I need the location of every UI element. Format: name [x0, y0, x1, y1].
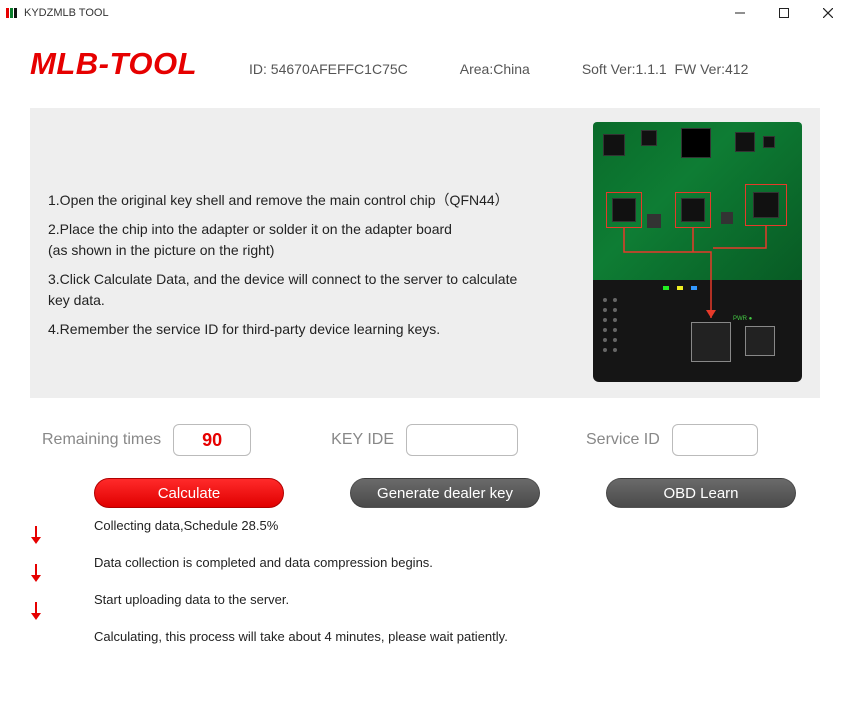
remaining-label: Remaining times [42, 431, 161, 449]
close-button[interactable] [806, 0, 850, 26]
arrow-down-icon [30, 602, 42, 620]
device-area: Area:China [460, 61, 530, 77]
instruction-step4: 4.Remember the service ID for third-part… [48, 319, 575, 340]
device-id: ID: 54670AFEFFC1C75C [249, 61, 408, 77]
calculate-button[interactable]: Calculate [94, 478, 284, 508]
remaining-value: 90 [173, 424, 251, 456]
titlebar: KYDZMLB TOOL [0, 0, 850, 26]
keyide-field[interactable] [406, 424, 518, 456]
version-info: Soft Ver:1.1.1 FW Ver:412 [582, 61, 749, 77]
arrow-down-icon [30, 564, 42, 582]
maximize-button[interactable] [762, 0, 806, 26]
obd-learn-button[interactable]: OBD Learn [606, 478, 796, 508]
window-title: KYDZMLB TOOL [24, 7, 109, 19]
status-line-2: Data collection is completed and data co… [94, 555, 820, 570]
generate-dealer-key-button[interactable]: Generate dealer key [350, 478, 540, 508]
status-line-3: Start uploading data to the server. [94, 592, 820, 607]
instruction-text: 1.Open the original key shell and remove… [48, 122, 575, 380]
keyide-label: KEY IDE [331, 431, 394, 449]
fields-row: Remaining times 90 KEY IDE Service ID [0, 398, 850, 456]
buttons-row: Calculate Generate dealer key OBD Learn [0, 456, 850, 508]
arrow-down-icon [30, 526, 42, 544]
app-logo: MLB-TOOL [30, 46, 197, 82]
serviceid-label: Service ID [586, 431, 660, 449]
app-icon [6, 8, 20, 18]
header: MLB-TOOL ID: 54670AFEFFC1C75C Area:China… [0, 26, 850, 92]
status-log: Collecting data,Schedule 28.5% Data coll… [0, 508, 850, 644]
minimize-button[interactable] [718, 0, 762, 26]
status-line-1: Collecting data,Schedule 28.5% [94, 518, 820, 533]
instruction-panel: 1.Open the original key shell and remove… [30, 108, 820, 398]
instruction-step1: 1.Open the original key shell and remove… [48, 190, 575, 211]
status-line-4: Calculating, this process will take abou… [94, 629, 820, 644]
instruction-step3: 3.Click Calculate Data, and the device w… [48, 269, 575, 311]
serviceid-field[interactable] [672, 424, 758, 456]
instruction-step2: 2.Place the chip into the adapter or sol… [48, 219, 575, 261]
device-image: PWR ● [593, 122, 802, 382]
